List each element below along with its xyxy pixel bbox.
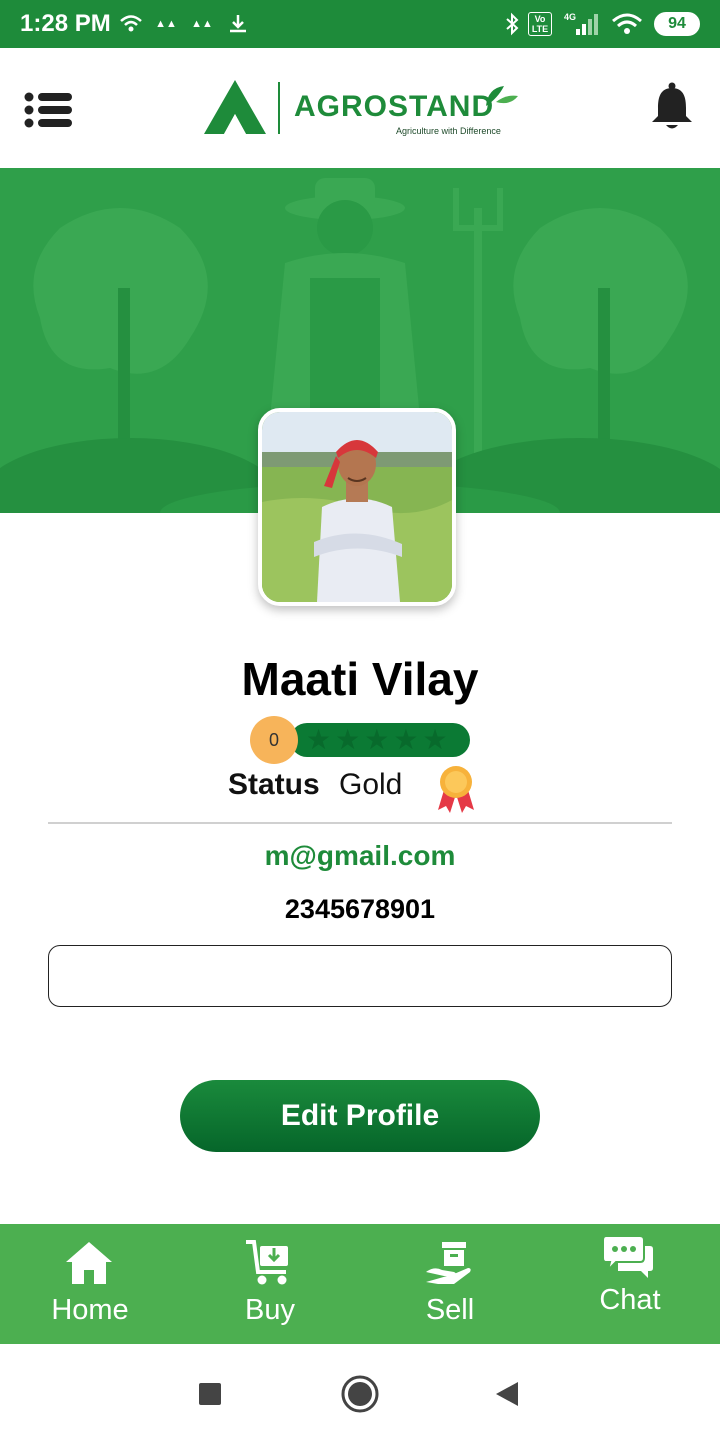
nav-label-home: Home: [51, 1294, 129, 1326]
nav-chat[interactable]: Chat: [540, 1224, 720, 1344]
star-icon: ★: [393, 724, 419, 755]
nav-label-buy: Buy: [245, 1294, 295, 1326]
rating-count-badge: 0: [250, 716, 298, 764]
profile-email: m@gmail.com: [264, 840, 456, 871]
membership-status: Status Gold: [228, 764, 488, 814]
star-icon: ★: [335, 724, 361, 755]
brand-tagline: Agriculture with Difference: [396, 126, 501, 136]
profile-name: Maati Vilay: [241, 653, 479, 705]
nav-buy[interactable]: Buy: [180, 1224, 360, 1344]
brand-name: AGROSTAND: [294, 90, 495, 123]
status-bar: 1:28 PM ▲▲ ▲▲ Vo LTE 4G 94: [0, 0, 720, 48]
star-icon: ★: [364, 724, 390, 755]
wifi-strong-icon: [610, 10, 644, 38]
status-label: Status: [228, 768, 320, 801]
address-field[interactable]: [48, 945, 672, 1007]
news-app-icon-2: ▲▲: [191, 18, 213, 30]
status-value: Gold: [339, 768, 403, 801]
nav-label-sell: Sell: [425, 1294, 475, 1326]
divider: [48, 822, 672, 824]
nav-label-chat: Chat: [599, 1284, 661, 1316]
edit-profile-button[interactable]: Edit Profile: [180, 1080, 540, 1152]
bottom-nav: Home Buy Sell Chat: [0, 1224, 720, 1344]
nav-home[interactable]: Home: [0, 1224, 180, 1344]
profile-avatar[interactable]: [258, 408, 456, 606]
battery-indicator: 94: [654, 12, 700, 36]
volte-icon: Vo LTE: [528, 12, 552, 36]
gold-medal-icon: [434, 764, 478, 814]
star-icon: ★: [422, 724, 448, 755]
bluetooth-icon: [502, 10, 522, 38]
nav-sell[interactable]: Sell: [360, 1224, 540, 1344]
sell-hand-box-icon: [426, 1242, 471, 1284]
star-icon: ★: [306, 724, 332, 755]
home-circle-icon[interactable]: [340, 1374, 380, 1414]
leaf-icon: [486, 86, 518, 106]
cart-icon: [246, 1240, 288, 1285]
home-icon: [66, 1242, 112, 1284]
app-header: AGROSTAND Agriculture with Difference: [0, 48, 720, 168]
news-app-icon: ▲▲: [155, 18, 177, 30]
profile-phone: 2345678901: [284, 894, 436, 924]
recent-apps-icon[interactable]: [190, 1374, 230, 1414]
download-icon: [226, 10, 250, 38]
rating-bar: ★ ★ ★ ★ ★ 0: [250, 716, 472, 764]
menu-icon[interactable]: [24, 92, 74, 128]
cell-signal-icon: 4G: [562, 10, 602, 38]
status-time: 1:28 PM: [20, 10, 111, 37]
star-rating: ★ ★ ★ ★ ★: [306, 726, 448, 754]
system-navigation-bar: [0, 1344, 720, 1440]
logo-mark-icon: [204, 80, 280, 134]
back-icon[interactable]: [488, 1374, 528, 1414]
agrostand-logo: AGROSTAND Agriculture with Difference: [202, 78, 522, 140]
wifi-icon: [118, 10, 144, 38]
chat-icon: [604, 1235, 653, 1278]
svg-text:4G: 4G: [564, 12, 576, 22]
notification-bell-icon[interactable]: [650, 82, 694, 132]
